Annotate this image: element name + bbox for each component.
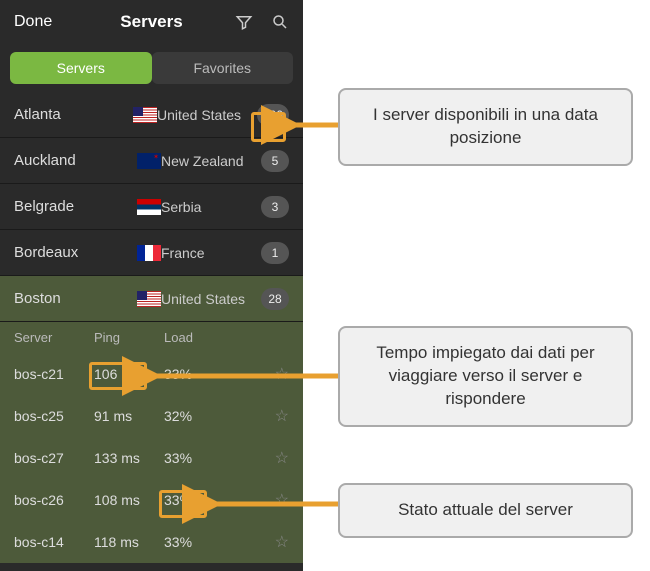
- callout-ping: Tempo impiegato dai dati per viaggiare v…: [338, 326, 633, 427]
- location-city: Auckland: [14, 152, 137, 169]
- flag-us-icon: [137, 291, 161, 307]
- location-country: New Zealand: [161, 153, 261, 169]
- location-city: Atlanta: [14, 106, 133, 123]
- server-table-header: Server Ping Load: [0, 322, 303, 353]
- tab-bar: Servers Favorites: [0, 44, 303, 92]
- server-ping: 91 ms: [94, 408, 164, 424]
- location-country: United States: [157, 107, 257, 123]
- location-country: United States: [161, 291, 261, 307]
- server-load: 32%: [164, 408, 224, 424]
- server-count-badge: 100: [257, 104, 289, 126]
- filter-icon[interactable]: [235, 13, 253, 31]
- server-row[interactable]: bos-c27 133 ms 33% ☆: [0, 437, 303, 479]
- server-ping: 133 ms: [94, 450, 164, 466]
- header-load: Load: [164, 330, 224, 345]
- done-button[interactable]: Done: [14, 13, 52, 31]
- app-panel: Done Servers Servers Favorites Atlanta U…: [0, 0, 303, 571]
- favorite-star-icon[interactable]: ☆: [275, 448, 289, 468]
- server-load: 33%: [164, 534, 224, 550]
- header-server: Server: [14, 330, 94, 345]
- server-count-badge: 5: [261, 150, 289, 172]
- flag-fr-icon: [137, 245, 161, 261]
- location-row-bordeaux[interactable]: Bordeaux France 1: [0, 230, 303, 276]
- search-icon[interactable]: [271, 13, 289, 31]
- server-row[interactable]: bos-c25 91 ms 32% ☆: [0, 395, 303, 437]
- server-load: 33%: [164, 492, 224, 508]
- favorite-star-icon[interactable]: ☆: [275, 406, 289, 426]
- screen-title: Servers: [120, 12, 182, 32]
- location-city: Boston: [14, 290, 137, 307]
- server-ping: 118 ms: [94, 534, 164, 550]
- tab-favorites[interactable]: Favorites: [152, 52, 294, 84]
- server-name: bos-c26: [14, 492, 94, 508]
- location-city: Bordeaux: [14, 244, 137, 261]
- server-load: 33%: [164, 366, 224, 382]
- favorite-star-icon[interactable]: ☆: [275, 364, 289, 384]
- server-count-badge: 3: [261, 196, 289, 218]
- favorite-star-icon[interactable]: ☆: [275, 532, 289, 552]
- server-row[interactable]: bos-c21 106 ms 33% ☆: [0, 353, 303, 395]
- server-count-badge: 28: [261, 288, 289, 310]
- server-name: bos-c14: [14, 534, 94, 550]
- server-row[interactable]: bos-c14 118 ms 33% ☆: [0, 521, 303, 563]
- location-row-boston[interactable]: Boston United States 28: [0, 276, 303, 322]
- location-row-belgrade[interactable]: Belgrade Serbia 3: [0, 184, 303, 230]
- header-ping: Ping: [94, 330, 164, 345]
- server-row[interactable]: bos-c26 108 ms 33% ☆: [0, 479, 303, 521]
- location-row-atlanta[interactable]: Atlanta United States 100: [0, 92, 303, 138]
- location-city: Belgrade: [14, 198, 137, 215]
- server-load: 33%: [164, 450, 224, 466]
- server-name: bos-c25: [14, 408, 94, 424]
- server-ping: 106 ms: [94, 366, 164, 382]
- location-country: Serbia: [161, 199, 261, 215]
- server-count-badge: 1: [261, 242, 289, 264]
- top-bar: Done Servers: [0, 0, 303, 44]
- location-country: France: [161, 245, 261, 261]
- server-name: bos-c27: [14, 450, 94, 466]
- location-row-auckland[interactable]: Auckland New Zealand 5: [0, 138, 303, 184]
- tab-servers[interactable]: Servers: [10, 52, 152, 84]
- callout-server-count: I server disponibili in una data posizio…: [338, 88, 633, 166]
- flag-us-icon: [133, 107, 157, 123]
- server-name: bos-c21: [14, 366, 94, 382]
- callout-load: Stato attuale del server: [338, 483, 633, 538]
- server-ping: 108 ms: [94, 492, 164, 508]
- favorite-star-icon[interactable]: ☆: [275, 490, 289, 510]
- flag-rs-icon: [137, 199, 161, 215]
- flag-nz-icon: [137, 153, 161, 169]
